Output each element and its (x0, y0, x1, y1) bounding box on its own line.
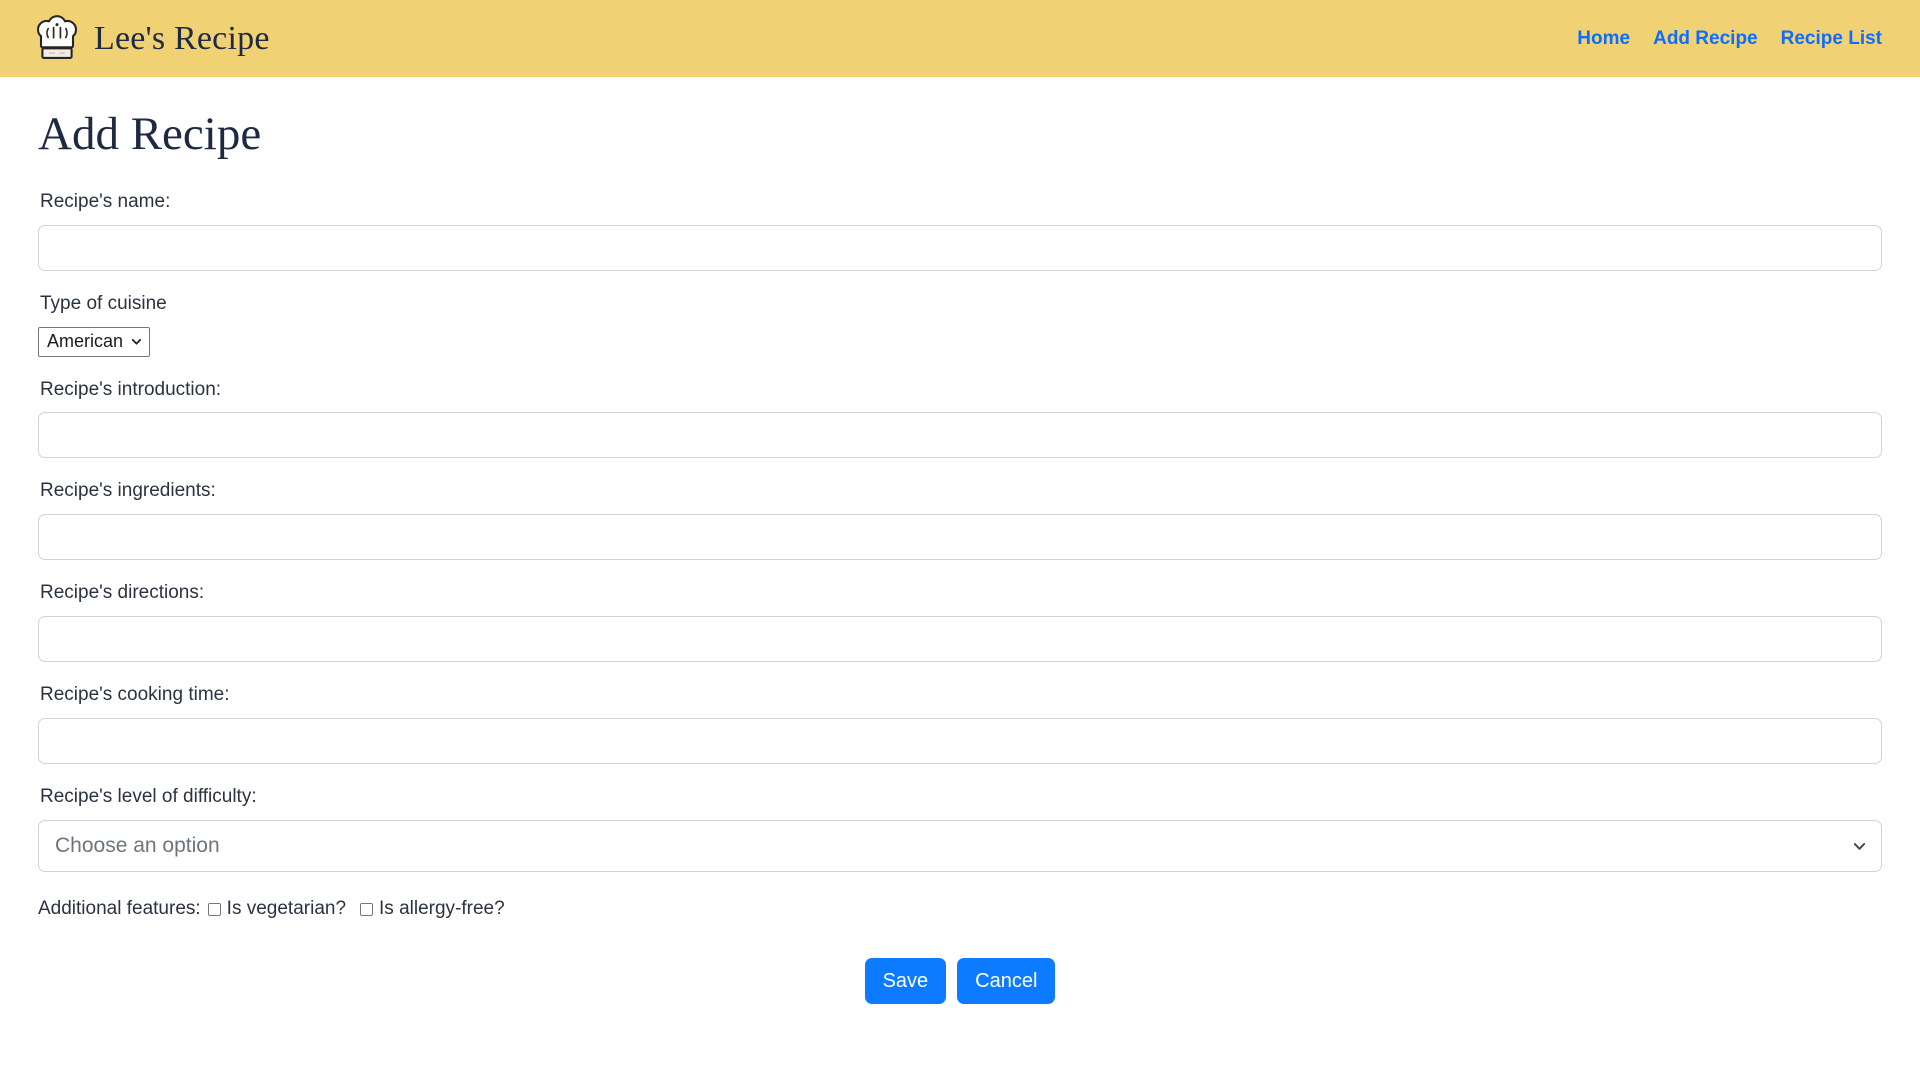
chevron-down-icon (131, 339, 142, 345)
page-body: Add Recipe Recipe's name: Type of cuisin… (0, 107, 1920, 1004)
vegetarian-label: Is vegetarian? (226, 897, 347, 919)
allergy-free-checkbox[interactable] (360, 903, 374, 917)
cuisine-label: Type of cuisine (40, 292, 167, 314)
field-group-cuisine: Type of cuisine American (38, 293, 1882, 357)
recipe-ingredients-label: Recipe's ingredients: (40, 480, 216, 502)
recipe-name-input[interactable] (38, 224, 1882, 271)
field-group-introduction: Recipe's introduction: (38, 379, 1882, 459)
site-header: Lee's Recipe Home Add Recipe Recipe List (0, 0, 1920, 77)
recipe-name-label: Recipe's name: (40, 191, 171, 213)
recipe-ingredients-input[interactable] (38, 514, 1882, 561)
nav-link-add-recipe[interactable]: Add Recipe (1653, 28, 1758, 50)
save-button[interactable]: Save (864, 957, 947, 1004)
recipe-directions-label: Recipe's directions: (40, 582, 205, 604)
page-title: Add Recipe (38, 108, 262, 160)
nav-link-home[interactable]: Home (1577, 28, 1630, 50)
additional-features-label: Additional features: (38, 897, 201, 919)
cancel-button[interactable]: Cancel (957, 957, 1056, 1004)
chevron-down-icon (1853, 842, 1866, 850)
recipe-directions-input[interactable] (38, 616, 1882, 663)
vegetarian-checkbox[interactable] (207, 903, 221, 917)
recipe-cooking-time-label: Recipe's cooking time: (40, 684, 230, 706)
recipe-difficulty-label: Recipe's level of difficulty: (40, 785, 257, 807)
additional-features-row: Additional features: Is vegetarian? Is a… (38, 898, 1882, 920)
brand-title: Lee's Recipe (94, 19, 270, 57)
allergy-free-label: Is allergy-free? (379, 897, 505, 919)
recipe-introduction-label: Recipe's introduction: (40, 378, 222, 400)
recipe-difficulty-select[interactable]: Choose an option (38, 819, 1882, 872)
main-nav: Home Add Recipe Recipe List (1577, 28, 1882, 50)
chef-hat-icon (36, 14, 78, 59)
recipe-cooking-time-input[interactable] (38, 717, 1882, 764)
field-group-directions: Recipe's directions: (38, 582, 1882, 663)
recipe-introduction-input[interactable] (38, 412, 1882, 459)
field-group-difficulty: Recipe's level of difficulty: Choose an … (38, 786, 1882, 872)
form-actions: Save Cancel (38, 957, 1882, 1004)
field-group-name: Recipe's name: (38, 191, 1882, 271)
field-group-cooking-time: Recipe's cooking time: (38, 684, 1882, 764)
nav-link-recipe-list[interactable]: Recipe List (1781, 28, 1882, 50)
cuisine-select[interactable]: American (38, 326, 151, 357)
difficulty-selected-value: Choose an option (55, 833, 220, 857)
field-group-ingredients: Recipe's ingredients: (38, 480, 1882, 561)
add-recipe-form: Recipe's name: Type of cuisine American … (38, 191, 1882, 1004)
brand[interactable]: Lee's Recipe (34, 13, 270, 65)
cuisine-selected-value: American (47, 331, 124, 352)
